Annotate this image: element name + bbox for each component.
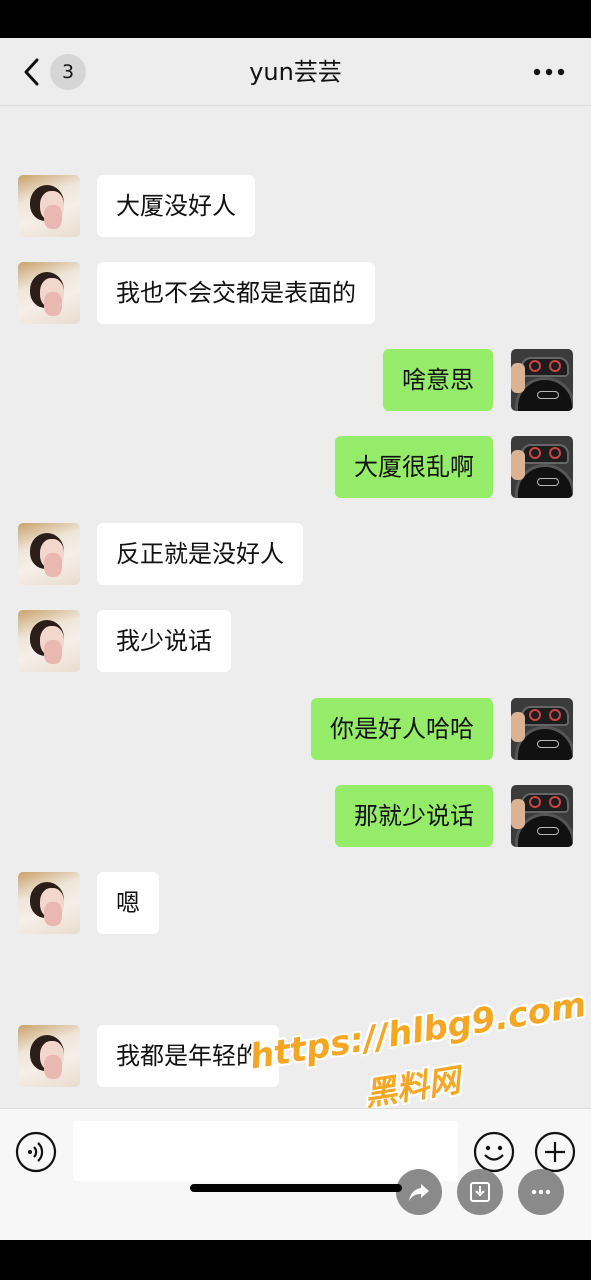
message-row: 那就少说话 — [0, 785, 591, 847]
input-bar — [0, 1108, 591, 1240]
message-bubble-outgoing[interactable]: 你是好人哈哈 — [311, 698, 493, 760]
message-row: 我少说话 — [0, 610, 591, 672]
download-button[interactable] — [457, 1169, 503, 1215]
contact-avatar[interactable] — [18, 175, 80, 237]
chat-title: yun芸芸 — [249, 58, 342, 86]
chat-header: 3 yun芸芸 — [0, 38, 591, 106]
message-bubble-incoming[interactable]: 大厦没好人 — [97, 175, 255, 237]
message-row: 嗯 — [0, 872, 591, 934]
message-row: 我也不会交都是表面的 — [0, 262, 591, 324]
message-bubble-incoming[interactable]: 我也不会交都是表面的 — [97, 262, 375, 324]
message-bubble-incoming[interactable]: 嗯 — [97, 872, 159, 934]
home-indicator[interactable] — [190, 1184, 402, 1192]
message-bubble-incoming[interactable]: 反正就是没好人 — [97, 523, 303, 585]
message-row: 大厦没好人 — [0, 175, 591, 237]
emoji-icon — [473, 1131, 515, 1173]
message-bubble-outgoing[interactable]: 那就少说话 — [335, 785, 493, 847]
chat-screen: 3 yun芸芸 大厦没好人 我也不会交都是表面的 啥意思 大厦很乱啊 反正就是没… — [0, 38, 591, 1240]
message-bubble-outgoing[interactable]: 啥意思 — [383, 349, 493, 411]
emoji-button[interactable] — [473, 1131, 515, 1173]
message-row: 大厦很乱啊 — [0, 436, 591, 498]
more-dots-icon — [533, 68, 565, 76]
contact-avatar[interactable] — [18, 1025, 80, 1087]
contact-avatar[interactable] — [18, 523, 80, 585]
my-avatar[interactable] — [511, 436, 573, 498]
message-bubble-outgoing[interactable]: 大厦很乱啊 — [335, 436, 493, 498]
plus-icon — [534, 1131, 576, 1173]
contact-avatar[interactable] — [18, 610, 80, 672]
message-input[interactable] — [73, 1121, 458, 1181]
voice-icon — [15, 1131, 57, 1173]
my-avatar[interactable] — [511, 349, 573, 411]
forward-button[interactable] — [396, 1169, 442, 1215]
message-row: 你是好人哈哈 — [0, 698, 591, 760]
contact-avatar[interactable] — [18, 262, 80, 324]
forward-icon — [409, 1184, 429, 1201]
more-icon — [531, 1189, 551, 1195]
more-actions-button[interactable] — [518, 1169, 564, 1215]
my-avatar[interactable] — [511, 785, 573, 847]
message-row: 反正就是没好人 — [0, 523, 591, 585]
contact-avatar[interactable] — [18, 872, 80, 934]
more-button[interactable] — [529, 58, 569, 86]
voice-button[interactable] — [15, 1131, 57, 1173]
message-bubble-incoming[interactable]: 我少说话 — [97, 610, 231, 672]
message-row: 啥意思 — [0, 349, 591, 411]
download-icon — [470, 1182, 490, 1202]
my-avatar[interactable] — [511, 698, 573, 760]
plus-button[interactable] — [534, 1131, 576, 1173]
